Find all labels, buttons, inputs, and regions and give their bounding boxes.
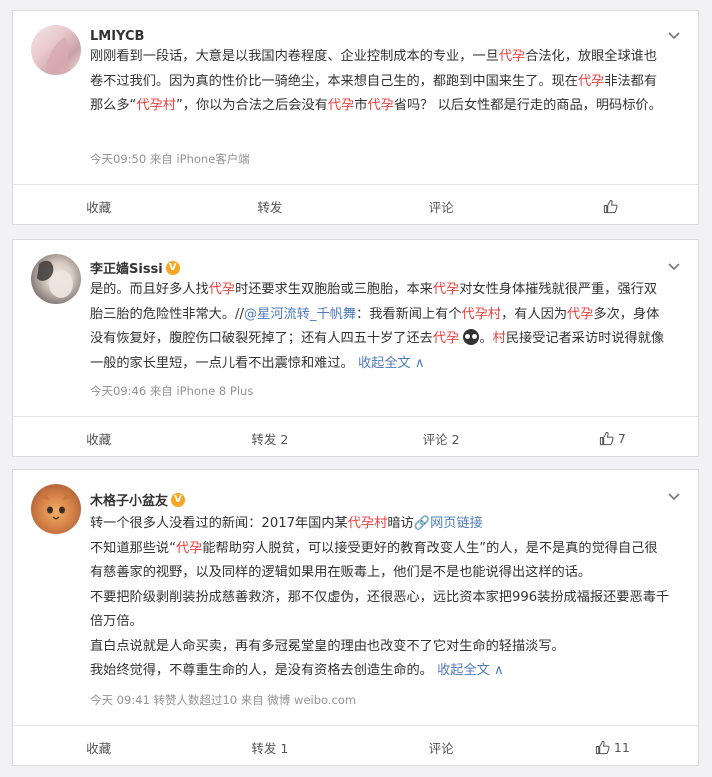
text-link[interactable]: 收起全文 ∧ [437,663,504,678]
keyword-link[interactable]: 代孕村 [348,516,388,531]
repost-button[interactable]: 转发 [184,185,355,227]
keyword-link[interactable]: 代孕 [433,282,459,297]
keyword-link[interactable]: 代孕 [433,331,459,346]
comment-button[interactable]: 评论 [356,726,527,768]
favorite-button[interactable]: 收藏 [13,417,184,459]
comment-button[interactable]: 评论 [356,185,527,227]
post-meta: 今天09:46 来自 iPhone 8 Plus [90,384,254,398]
post-meta: 今天 09:41 转赞人数超过10 来自 微博 weibo.com [90,693,357,707]
like-button[interactable] [527,185,698,227]
keyword-link[interactable]: 代孕 [367,98,393,113]
thumbs-up-icon [603,199,618,213]
favorite-button[interactable]: 收藏 [13,726,184,768]
chevron-down-icon[interactable] [666,488,682,504]
text-segment: 刚刚看到一段话，大意是以我国内卷程度、企业控制成本的专业，一旦 [90,49,499,64]
like-button[interactable]: 11 [527,726,698,768]
thumbs-up-icon [595,740,610,754]
username[interactable]: 木格子小盆友 V [90,490,186,509]
text-segment: ”，你以为合法之后会没有 [175,98,328,113]
keyword-link[interactable]: 代孕 [578,74,604,89]
text-segment: ，有人因为 [501,306,568,322]
post-card-2: 李正嫱Sissi V 是的。而且好多人找代孕时还要求生双胞胎或三胞胎，本来代孕对… [12,239,699,457]
avatar[interactable] [31,254,81,304]
action-bar: 收藏 转发 评论 [13,184,698,227]
text-segment: 转一个很多人没看过的新闻：2017年国内某 [90,516,348,531]
post-card-3: 木格子小盆友 V 转一个很多人没看过的新闻：2017年国内某代孕村暗访🔗网页链接… [12,469,699,766]
keyword-link[interactable]: 村 [493,331,506,346]
text-segment: 直白点说就是人命买卖，再有多冠冕堂皇的理由也改变不了它对生命的轻描淡写。 [90,638,565,654]
text-link[interactable]: 收起全文 ∧ [358,356,425,371]
post-text: 是的。而且好多人找代孕时还要求生双胞胎或三胞胎，本来代孕对女性身体摧残就很严重，… [90,278,670,376]
favorite-button[interactable]: 收藏 [13,185,184,227]
avatar[interactable] [31,484,81,534]
repost-button[interactable]: 转发 1 [184,726,355,768]
username[interactable]: 李正嫱Sissi V [90,258,180,277]
action-bar: 收藏 转发 1 评论 11 [13,725,698,768]
username[interactable]: LMIYCB [90,29,144,44]
keyword-link[interactable]: 代孕 [499,49,525,64]
post-paragraph: 直白点说就是人命买卖，再有多冠冕堂皇的理由也改变不了它对生命的轻描淡写。 [90,635,670,660]
post-content: 是的。而且好多人找代孕时还要求生双胞胎或三胞胎，本来代孕对女性身体摧残就很严重，… [90,278,670,376]
post-paragraph: 转一个很多人没看过的新闻：2017年国内某代孕村暗访🔗网页链接 [90,512,670,537]
text-segment: 时还要求生双胞胎或三胞胎，本来 [235,282,433,297]
keyword-link[interactable]: 代孕 [176,541,202,556]
avatar[interactable] [31,25,81,75]
post-paragraph: 不知道那些说“代孕能帮助穷人脱贫，可以接受更好的教育改变人生”的人，是不是真的觉… [90,537,670,586]
text-link[interactable]: 🔗网页链接 [414,516,483,531]
verified-badge-icon: V [171,492,186,507]
chevron-down-icon[interactable] [666,27,682,43]
post-paragraph: 不要把阶级剥削装扮成慈善救济，那不仅虚伪，还很恶心，远比资本家把996装扮成福报… [90,586,670,635]
text-link[interactable]: @星河流转_千帆舞 [244,307,356,322]
like-button[interactable]: 7 [527,417,698,459]
keyword-link[interactable]: 代孕 [328,98,354,113]
verified-badge-icon: V [165,260,180,275]
text-segment: 省吗？ 以后女性都是行走的商品，明码标价。 [393,98,662,113]
text-segment: 不要把阶级剥削装扮成慈善救济，那不仅虚伪，还很恶心，远比资本家把996装扮成福报… [90,589,670,630]
text-segment: ：我看新闻上有个 [356,306,462,322]
keyword-link[interactable]: 代孕村 [136,98,176,113]
post-content: 转一个很多人没看过的新闻：2017年国内某代孕村暗访🔗网页链接 不知道那些说“代孕… [90,512,670,684]
text-segment: 不知道那些说“ [90,540,176,556]
keyword-link[interactable]: 代孕村 [462,307,502,322]
comment-button[interactable]: 评论 2 [356,417,527,459]
text-segment: 是的。而且好多人找 [90,282,209,297]
action-bar: 收藏 转发 2 评论 2 7 [13,416,698,459]
text-segment: 我始终觉得，不尊重生命的人，是没有资格去创造生命的。 [90,663,438,678]
text-segment: 市 [354,98,368,113]
post-meta: 今天09:50 来自 iPhone客户端 [90,152,250,166]
post-card-1: LMIYCB 刚刚看到一段话，大意是以我国内卷程度、企业控制成本的专业，一旦代孕… [12,10,699,225]
text-segment: 暗访 [387,516,414,531]
chevron-down-icon[interactable] [666,258,682,274]
post-text: 刚刚看到一段话，大意是以我国内卷程度、企业控制成本的专业，一旦代孕合法化，放眼全… [90,45,670,119]
keyword-link[interactable]: 代孕 [567,307,593,322]
keyword-link[interactable]: 代孕 [209,282,235,297]
text-segment: 。 [479,331,493,346]
thumbs-up-icon [599,431,614,445]
emoji-icon [463,329,480,345]
post-content: 刚刚看到一段话，大意是以我国内卷程度、企业控制成本的专业，一旦代孕合法化，放眼全… [90,45,670,119]
repost-button[interactable]: 转发 2 [184,417,355,459]
post-paragraph: 我始终觉得，不尊重生命的人，是没有资格去创造生命的。 收起全文 ∧ [90,659,670,684]
